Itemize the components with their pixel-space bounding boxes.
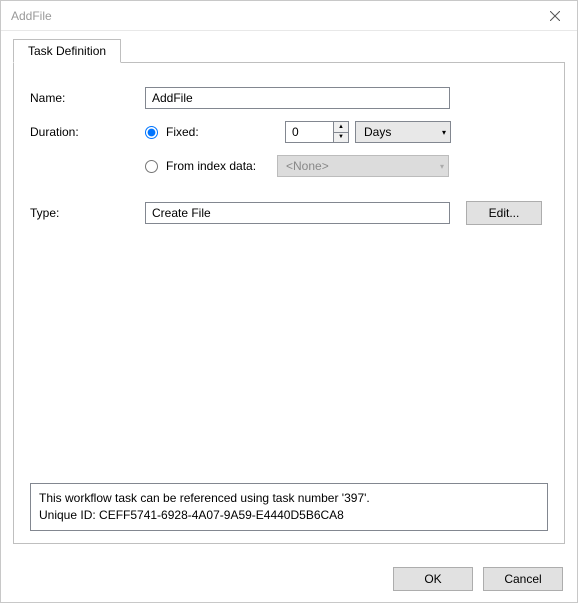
close-button[interactable] (533, 2, 577, 30)
spinner-up[interactable]: ▲ (334, 122, 348, 133)
radio-fixed[interactable] (145, 126, 158, 139)
close-icon (550, 11, 560, 21)
row-name: Name: (30, 87, 548, 109)
radio-fixed-wrap[interactable]: Fixed: (145, 125, 285, 139)
cancel-button[interactable]: Cancel (483, 567, 563, 591)
tab-panel: Name: Duration: Fixed: ▲ ▼ Days (13, 62, 565, 544)
duration-spinner: ▲ ▼ (333, 121, 349, 143)
index-data-select: <None> ▾ (277, 155, 449, 177)
ok-button[interactable]: OK (393, 567, 473, 591)
radio-from-index-label: From index data: (166, 159, 256, 173)
duration-label: Duration: (30, 125, 145, 139)
duration-units-value: Days (364, 125, 442, 139)
tab-task-definition[interactable]: Task Definition (13, 39, 121, 63)
titlebar: AddFile (1, 1, 577, 31)
row-duration-fixed: Duration: Fixed: ▲ ▼ Days ▾ (30, 121, 548, 143)
dialog-body: Task Definition Name: Duration: Fixed: ▲… (1, 31, 577, 556)
type-label: Type: (30, 206, 145, 220)
info-line-1: This workflow task can be referenced usi… (39, 490, 539, 507)
window-title: AddFile (11, 9, 52, 23)
info-box: This workflow task can be referenced usi… (30, 483, 548, 531)
row-type: Type: Edit... (30, 201, 548, 225)
chevron-down-icon: ▾ (440, 162, 444, 171)
name-input[interactable] (145, 87, 450, 109)
duration-number-wrap: ▲ ▼ (285, 121, 349, 143)
tab-strip: Task Definition (13, 39, 565, 62)
duration-units-select[interactable]: Days ▾ (355, 121, 451, 143)
chevron-down-icon: ▾ (442, 128, 446, 137)
duration-number-input[interactable] (285, 121, 333, 143)
name-label: Name: (30, 91, 145, 105)
dialog-footer: OK Cancel (1, 556, 577, 602)
row-duration-index: From index data: <None> ▾ (30, 155, 548, 177)
radio-fixed-label: Fixed: (166, 125, 199, 139)
index-data-value: <None> (286, 159, 440, 173)
dialog: AddFile Task Definition Name: Duration: … (0, 0, 578, 603)
spinner-down[interactable]: ▼ (334, 133, 348, 143)
radio-from-index-wrap[interactable]: From index data: (145, 159, 277, 173)
info-line-2: Unique ID: CEFF5741-6928-4A07-9A59-E4440… (39, 507, 539, 524)
type-input[interactable] (145, 202, 450, 224)
edit-button[interactable]: Edit... (466, 201, 542, 225)
radio-from-index[interactable] (145, 160, 158, 173)
